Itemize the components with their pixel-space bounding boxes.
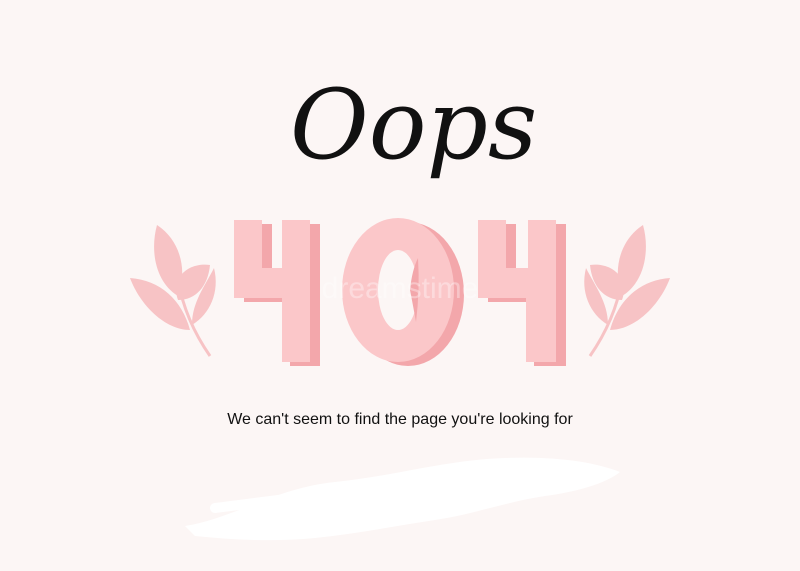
error-message: We can't seem to find the page you're lo… xyxy=(227,411,573,428)
digit-four xyxy=(478,220,566,366)
watermark-text: dreamstime xyxy=(322,272,479,305)
error-page: Oops! xyxy=(0,0,800,571)
leaf-branch-icon xyxy=(130,225,216,357)
brush-stroke-decoration xyxy=(185,457,620,541)
leaf-branch-icon xyxy=(584,225,670,357)
digit-four xyxy=(234,220,320,366)
